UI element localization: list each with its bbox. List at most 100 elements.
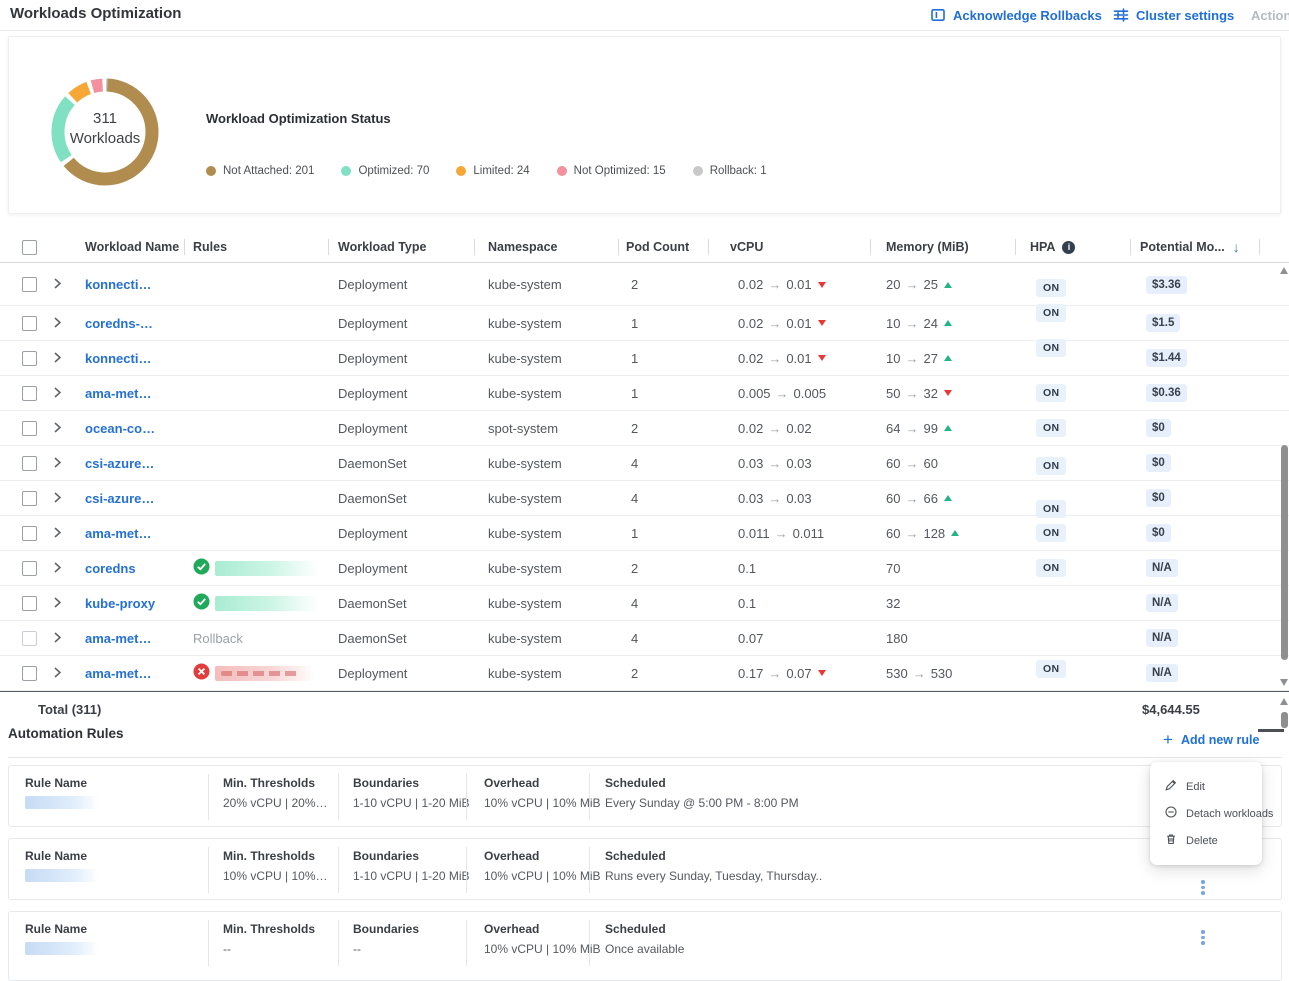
cluster-settings-button[interactable]: Cluster settings (1113, 0, 1234, 30)
hpa-on-badge: ON (1036, 524, 1066, 542)
potential-savings-badge: N/A (1146, 664, 1178, 682)
select-all-checkbox[interactable] (22, 240, 37, 255)
expand-chevron-icon[interactable] (54, 631, 61, 646)
arrow-right-icon: → (768, 491, 781, 506)
legend-dot (557, 166, 567, 176)
pod-count-cell: 4 (618, 621, 708, 655)
row-checkbox[interactable] (22, 561, 37, 576)
vcpu-from: 0.02 (738, 277, 763, 292)
vcpu-from: 0.005 (738, 386, 771, 401)
legend-dot (693, 166, 703, 176)
scrollbar2-thumb[interactable] (1281, 712, 1288, 728)
row-checkbox[interactable] (22, 631, 37, 646)
sort-desc-icon[interactable]: ↓ (1233, 239, 1240, 255)
workload-name-link[interactable]: ama-met… (85, 631, 151, 646)
workload-name-link[interactable]: coredns (85, 561, 136, 576)
col-header-pod-count[interactable]: Pod Count (618, 232, 708, 262)
col-header-vcpu[interactable]: vCPU (708, 232, 870, 262)
row-checkbox[interactable] (22, 316, 37, 331)
workload-name-link[interactable]: kube-proxy (85, 596, 155, 611)
row-checkbox[interactable] (22, 491, 37, 506)
legend-item-not-attached: Not Attached: 201 (206, 165, 314, 177)
scrollbar2-up-arrow[interactable] (1280, 698, 1288, 705)
expand-chevron-icon[interactable] (54, 596, 61, 611)
expand-chevron-icon[interactable] (54, 316, 61, 331)
expand-chevron-icon[interactable] (54, 561, 61, 576)
scheduled-field: ScheduledEvery Sunday @ 5:00 PM - 8:00 P… (605, 776, 799, 810)
memory-from: 70 (886, 561, 900, 576)
expand-chevron-icon[interactable] (54, 351, 61, 366)
table-total-row: Total (311) $4,644.55 (0, 691, 1289, 727)
expand-chevron-icon[interactable] (54, 491, 61, 506)
row-checkbox[interactable] (22, 386, 37, 401)
horizontal-scrollbar-thumb[interactable] (1258, 729, 1284, 732)
add-new-rule-button[interactable]: + Add new rule (1163, 732, 1259, 748)
field-divider (338, 774, 339, 820)
row-checkbox[interactable] (22, 596, 37, 611)
workload-name-link[interactable]: ama-met… (85, 386, 151, 401)
col-header-memory[interactable]: Memory (MiB) (870, 232, 1015, 262)
memory-from: 10 (886, 351, 900, 366)
memory-cell: 50→32 (870, 376, 1015, 410)
legend-label: Limited: 24 (473, 165, 529, 177)
field-divider (338, 847, 339, 893)
col-header-workload-name[interactable]: Workload Name (74, 232, 184, 262)
scrollbar-thumb[interactable] (1281, 445, 1288, 660)
trend-up-icon (944, 425, 952, 431)
arrow-right-icon: → (905, 351, 918, 366)
expand-chevron-icon[interactable] (54, 456, 61, 471)
menu-item-delete[interactable]: Delete (1150, 827, 1262, 854)
rule-menu-kebab-icon[interactable] (1201, 930, 1205, 945)
row-checkbox[interactable] (22, 666, 37, 681)
col-header-namespace[interactable]: Namespace (474, 232, 618, 262)
vcpu-from: 0.02 (738, 351, 763, 366)
expand-chevron-icon[interactable] (54, 666, 61, 681)
workload-name-link[interactable]: coredns-… (85, 316, 153, 331)
memory-from: 60 (886, 526, 900, 541)
expand-chevron-icon[interactable] (54, 386, 61, 401)
page-title: Workloads Optimization (10, 5, 181, 22)
menu-item-detach-workloads[interactable]: Detach workloads (1150, 800, 1262, 827)
hpa-on-badge: ON (1036, 384, 1066, 402)
vcpu-cell: 0.011→0.011 (708, 516, 870, 550)
scrollbar-down-arrow[interactable] (1280, 679, 1288, 686)
rule-name-label: Rule Name (25, 922, 99, 936)
row-checkbox[interactable] (22, 526, 37, 541)
workload-name-link[interactable]: csi-azure… (85, 491, 154, 506)
boundaries-value: -- (353, 942, 419, 956)
memory-cell: 20→25 (870, 264, 1015, 305)
row-checkbox[interactable] (22, 277, 37, 292)
menu-item-edit[interactable]: Edit (1150, 773, 1262, 800)
row-checkbox[interactable] (22, 351, 37, 366)
memory-cell: 70 (870, 551, 1015, 585)
workload-name-link[interactable]: konnecti… (85, 351, 151, 366)
workload-name-link[interactable]: ocean-co… (85, 421, 155, 436)
thresholds-label: Min. Thresholds (223, 776, 328, 790)
trend-up-icon (944, 282, 952, 288)
col-header-rules[interactable]: Rules (184, 232, 328, 262)
workload-name-link[interactable]: ama-met… (85, 526, 151, 541)
expand-chevron-icon[interactable] (54, 421, 61, 436)
workload-name-link[interactable]: csi-azure… (85, 456, 154, 471)
thresholds-value: 20% vCPU | 20%… (223, 796, 328, 810)
acknowledge-rollbacks-button[interactable]: Acknowledge Rollbacks (930, 0, 1102, 30)
col-header-workload-type[interactable]: Workload Type (328, 232, 474, 262)
rollback-label: Rollback (193, 631, 243, 646)
workload-name-link[interactable]: konnecti… (85, 277, 151, 292)
row-checkbox[interactable] (22, 456, 37, 471)
overhead-label: Overhead (484, 922, 601, 936)
hpa-info-icon[interactable]: i (1062, 241, 1075, 254)
rule-menu-kebab-icon[interactable] (1201, 880, 1205, 895)
row-checkbox[interactable] (22, 421, 37, 436)
rule-name-redacted (215, 596, 318, 611)
boundaries-label: Boundaries (353, 922, 419, 936)
donut-total-value: 311 (49, 109, 161, 128)
col-header-hpa[interactable]: HPAi (1015, 232, 1130, 262)
expand-chevron-icon[interactable] (54, 526, 61, 541)
scrollbar-up-arrow[interactable] (1280, 267, 1288, 274)
overhead-value: 10% vCPU | 10% MiB (484, 796, 601, 810)
expand-chevron-icon[interactable] (54, 277, 61, 292)
workload-name-link[interactable]: ama-met… (85, 666, 151, 681)
vcpu-cell: 0.1 (708, 551, 870, 585)
col-header-potential[interactable]: Potential Mo...↓ (1130, 232, 1260, 262)
